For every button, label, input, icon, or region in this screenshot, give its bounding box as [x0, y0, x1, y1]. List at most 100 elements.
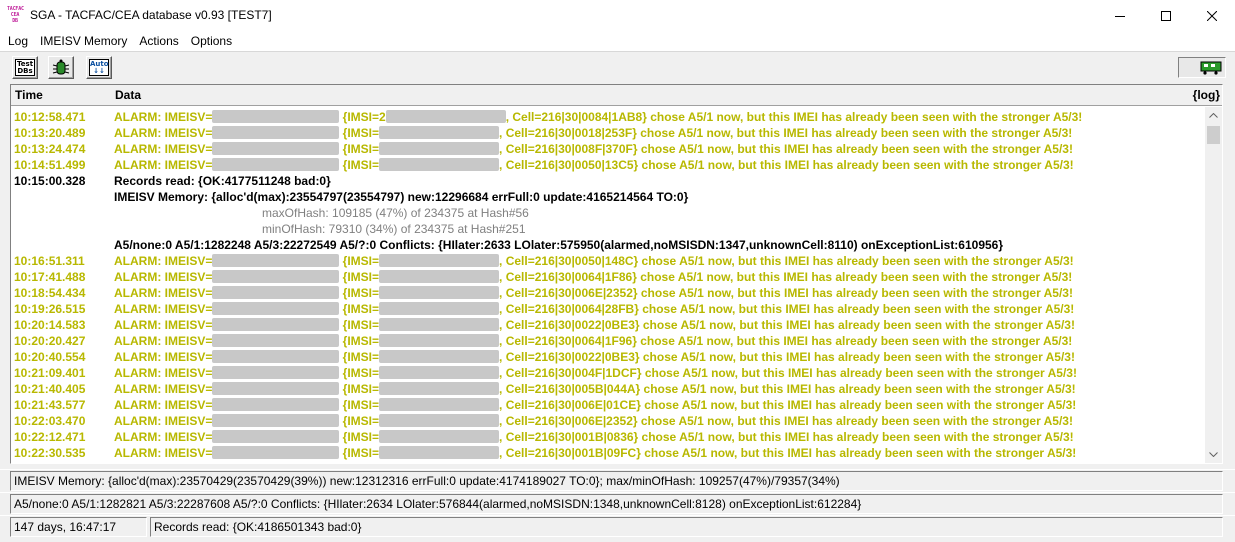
log-row-data: ALARM: IMEISV= {IMSI= , Cell=216|30|0064|…: [114, 301, 1074, 317]
alarm-prefix: ALARM: IMEISV=: [114, 126, 213, 140]
log-row-time: 10:13:20.489: [14, 126, 86, 140]
menu-imeisv-memory[interactable]: IMEISV Memory: [34, 31, 133, 51]
redacted-imsi: [379, 142, 500, 156]
log-row-data: ALARM: IMEISV= {IMSI= , Cell=216|30|005B|…: [114, 381, 1076, 397]
log-row-data: A5/none:0 A5/1:1282248 A5/3:22272549 A5/…: [114, 238, 1004, 252]
alarm-prefix: ALARM: IMEISV=: [114, 286, 213, 300]
alarm-prefix: ALARM: IMEISV=: [114, 446, 213, 460]
menu-bar: Log IMEISV Memory Actions Options: [0, 31, 1235, 51]
redacted-imeisv: [212, 382, 340, 396]
redacted-imsi: [385, 110, 506, 124]
log-row-data: ALARM: IMEISV= {IMSI= , Cell=216|30|004F|…: [114, 365, 1077, 381]
status-conflicts: A5/none:0 A5/1:1282821 A5/3:22287608 A5/…: [10, 494, 1223, 514]
log-row-data: ALARM: IMEISV= {IMSI= , Cell=216|30|0050|…: [114, 253, 1074, 269]
test-dbs-icon: Test DBs: [15, 59, 35, 76]
log-row-time: 10:12:58.471: [14, 110, 86, 124]
log-row-time: 10:17:41.488: [14, 270, 86, 284]
redacted-imsi: [379, 158, 500, 172]
train-icon: [1200, 61, 1222, 75]
log-list[interactable]: 10:12:58.471 ALARM: IMEISV= {IMSI=2 , Cell…: [11, 107, 1205, 463]
redacted-imsi: [379, 318, 500, 332]
menu-actions[interactable]: Actions: [133, 31, 184, 51]
alarm-message: , Cell=216|30|001B|0836} chose A5/1 now,…: [499, 430, 1074, 444]
redacted-imeisv: [212, 110, 340, 124]
menu-log[interactable]: Log: [2, 31, 34, 51]
log-row-time: 10:21:09.401: [14, 366, 86, 380]
scroll-down-icon[interactable]: [1205, 446, 1222, 463]
log-row-data: IMEISV Memory: {alloc'd(max):23554797(23…: [114, 190, 689, 204]
bug-button[interactable]: [48, 56, 74, 79]
redacted-imsi: [379, 366, 500, 380]
redacted-imsi: [379, 446, 500, 460]
redacted-imsi: [379, 398, 500, 412]
alarm-prefix: ALARM: IMEISV=: [114, 334, 213, 348]
alarm-imsi-label: {IMSI=: [339, 270, 380, 284]
alarm-message: , Cell=216|30|001B|09FC} chose A5/1 now,…: [499, 446, 1077, 460]
log-row-data: ALARM: IMEISV= {IMSI= , Cell=216|30|008F|…: [114, 141, 1073, 157]
minimize-icon: [1115, 15, 1125, 17]
close-button[interactable]: [1189, 0, 1235, 31]
alarm-prefix: ALARM: IMEISV=: [114, 270, 213, 284]
alarm-imsi-label: {IMSI=: [339, 430, 380, 444]
alarm-imsi-label: {IMSI=: [339, 318, 380, 332]
status-uptime: 147 days, 16:47:17: [10, 517, 147, 537]
log-row-time: 10:13:24.474: [14, 142, 86, 156]
log-row-data: ALARM: IMEISV= {IMSI= , Cell=216|30|006E|…: [114, 413, 1073, 429]
alarm-message: , Cell=216|30|0064|28FB} chose A5/1 now,…: [499, 302, 1075, 316]
alarm-message: , Cell=216|30|005B|044A} chose A5/1 now,…: [499, 382, 1076, 396]
column-header-log[interactable]: {log}: [1193, 88, 1220, 102]
redacted-imeisv: [212, 318, 340, 332]
alarm-message: , Cell=216|30|006E|2352} chose A5/1 now,…: [499, 286, 1073, 300]
alarm-imsi-label: {IMSI=: [339, 334, 380, 348]
log-row-time: 10:19:26.515: [14, 302, 86, 316]
log-row-data: ALARM: IMEISV= {IMSI= , Cell=216|30|001B|…: [114, 429, 1074, 445]
log-row-time: 10:18:54.434: [14, 286, 86, 300]
alarm-prefix: ALARM: IMEISV=: [114, 142, 213, 156]
title-bar: TACFAC CEA DB SGA - TACFAC/CEA database v0…: [0, 0, 1235, 31]
scroll-up-icon[interactable]: [1205, 107, 1222, 124]
alarm-message: , Cell=216|30|0018|253F} chose A5/1 now,…: [499, 126, 1073, 140]
log-row-data: ALARM: IMEISV= {IMSI= , Cell=216|30|0050|…: [114, 157, 1074, 173]
maximize-button[interactable]: [1143, 0, 1189, 31]
alarm-imsi-label: {IMSI=: [339, 302, 380, 316]
auto-icon: Auto ↓↓: [89, 59, 109, 76]
alarm-imsi-label: {IMSI=: [339, 142, 380, 156]
alarm-imsi-label: {IMSI=: [339, 414, 380, 428]
bug-icon: [52, 59, 70, 74]
log-row-data: ALARM: IMEISV= {IMSI= , Cell=216|30|0018|…: [114, 125, 1072, 141]
redacted-imsi: [379, 302, 500, 316]
alarm-message: , Cell=216|30|0064|1F96} chose A5/1 now,…: [499, 334, 1073, 348]
log-row-time: 10:20:14.583: [14, 318, 86, 332]
log-panel: Time Data {log} 10:12:58.471 ALARM: IMEIS…: [10, 84, 1223, 464]
maximize-icon: [1161, 10, 1171, 21]
redacted-imsi: [379, 334, 500, 348]
app-window: TACFAC CEA DB SGA - TACFAC/CEA database v0…: [0, 0, 1235, 542]
alarm-message: , Cell=216|30|0064|1F86} chose A5/1 now,…: [499, 270, 1073, 284]
log-row-data: ALARM: IMEISV= {IMSI= , Cell=216|30|006E|…: [114, 285, 1073, 301]
redacted-imeisv: [212, 142, 340, 156]
log-scrollbar[interactable]: [1205, 107, 1222, 463]
menu-options[interactable]: Options: [185, 31, 238, 51]
log-row-data: ALARM: IMEISV= {IMSI= , Cell=216|30|0022|…: [114, 349, 1075, 365]
log-row-data: Records read: {OK:4177511248 bad:0}: [114, 174, 331, 188]
alarm-message: , Cell=216|30|006E|2352} chose A5/1 now,…: [499, 414, 1073, 428]
scroll-thumb[interactable]: [1207, 126, 1220, 144]
redacted-imeisv: [212, 302, 340, 316]
log-row-time: 10:15:00.328: [14, 174, 86, 188]
alarm-message: , Cell=216|30|006E|01CE} chose A5/1 now,…: [499, 398, 1077, 412]
log-row-data: ALARM: IMEISV= {IMSI= , Cell=216|30|001B|…: [114, 445, 1076, 461]
alarm-prefix: ALARM: IMEISV=: [114, 414, 213, 428]
test-dbs-button[interactable]: Test DBs: [12, 56, 38, 79]
close-icon: [1207, 10, 1217, 21]
alarm-prefix: ALARM: IMEISV=: [114, 302, 213, 316]
minimize-button[interactable]: [1097, 0, 1143, 31]
alarm-imsi-label: {IMSI=: [339, 446, 380, 460]
auto-button[interactable]: Auto ↓↓: [86, 56, 112, 79]
column-header-data[interactable]: Data: [115, 88, 141, 102]
alarm-imsi-label: {IMSI=: [339, 126, 380, 140]
toolbar: Test DBs Auto ↓↓: [0, 51, 1235, 81]
column-header-time[interactable]: Time: [15, 88, 43, 102]
alarm-imsi-label: {IMSI=: [339, 350, 380, 364]
alarm-imsi-label: {IMSI=: [339, 286, 380, 300]
redacted-imeisv: [212, 286, 340, 300]
